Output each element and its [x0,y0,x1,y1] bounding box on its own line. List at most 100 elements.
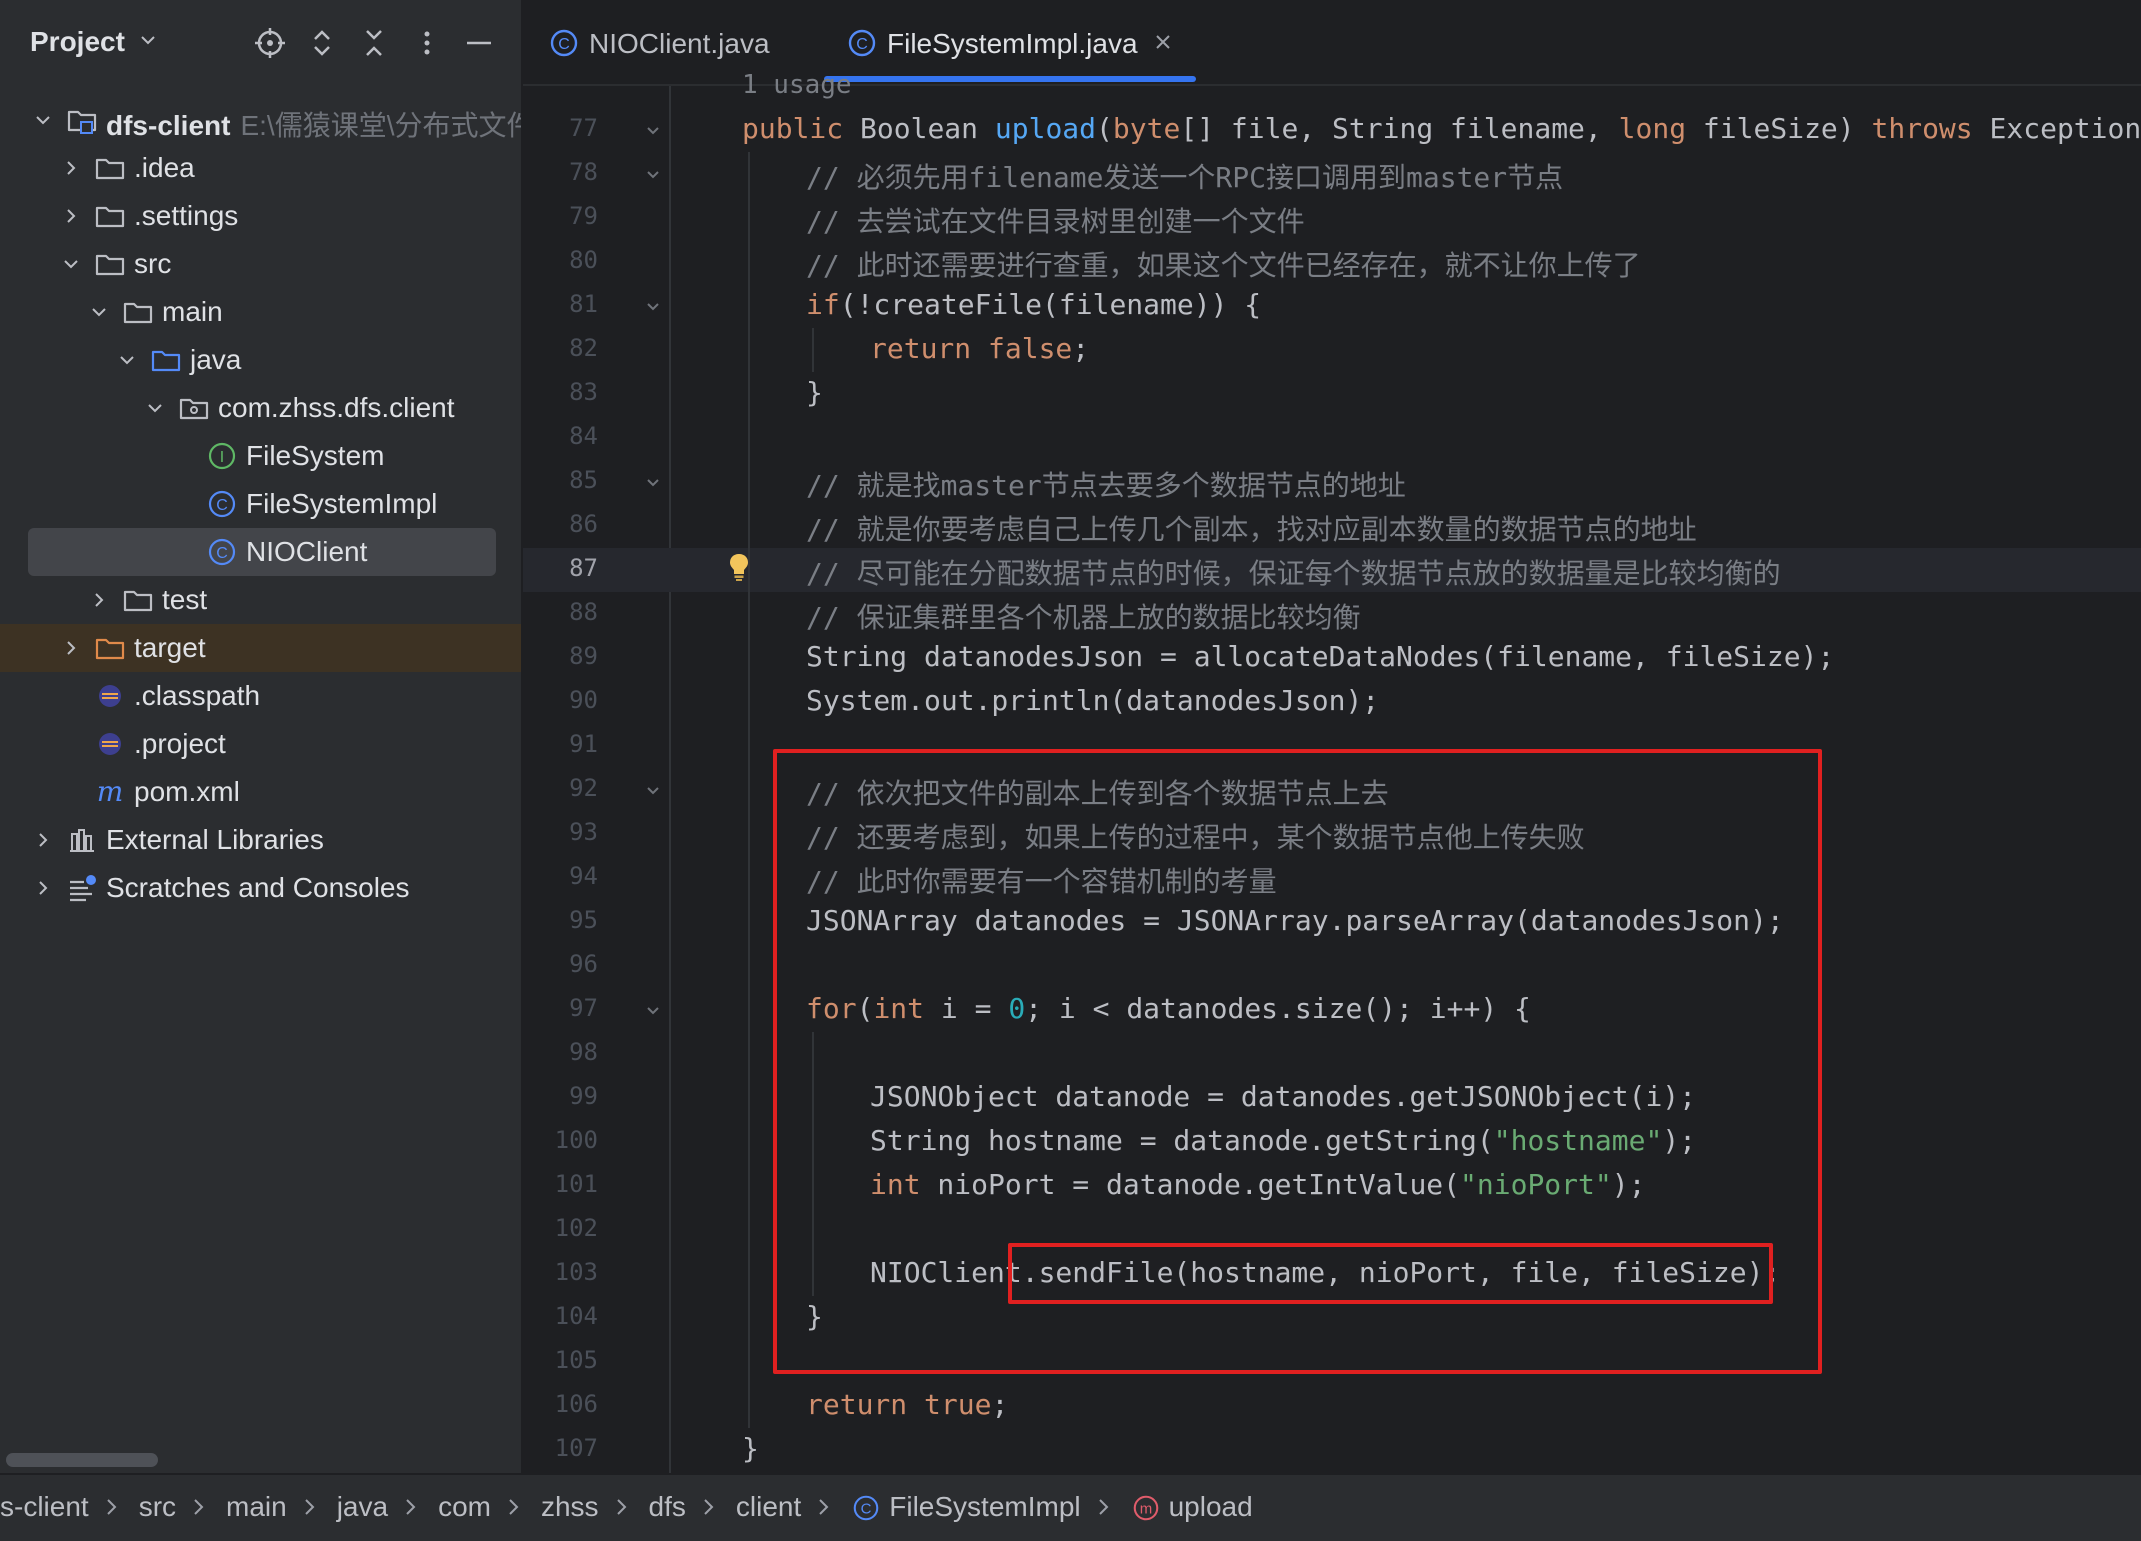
code-line[interactable]: 84 [523,416,2141,460]
tree-item-settings[interactable]: .settings [0,192,521,240]
tree-item-nioclient[interactable]: C NIOClient [0,528,521,576]
chevron-right-icon[interactable] [60,205,82,227]
code-line[interactable]: 81 if(!createFile(filename)) { [523,284,2141,328]
fold-chevron-icon[interactable] [644,782,662,800]
tree-item-pom-xml[interactable]: m pom.xml [0,768,521,816]
lightbulb-icon[interactable] [728,552,750,582]
chevron-right-icon[interactable] [32,877,54,899]
line-number[interactable]: 86 [523,510,598,538]
tree-item-java[interactable]: java [0,336,521,384]
code-line[interactable]: 90 System.out.println(datanodesJson); [523,680,2141,724]
line-number[interactable]: 78 [523,158,598,186]
fold-chevron-icon[interactable] [644,166,662,184]
tree-item-scratches-and-consoles[interactable]: Scratches and Consoles [0,864,521,912]
tree-item-com-zhss-dfs-client[interactable]: com.zhss.dfs.client [0,384,521,432]
breadcrumb-item[interactable]: java [337,1491,388,1523]
chevron-down-icon[interactable] [32,109,54,131]
line-number[interactable]: 96 [523,950,598,978]
code-editor[interactable]: 1 usage 77 public Boolean upload(byte[] f… [523,70,2141,1473]
breadcrumb-item[interactable]: zhss [541,1491,599,1523]
line-number[interactable]: 79 [523,202,598,230]
breadcrumb-item[interactable]: com [438,1491,491,1523]
breadcrumb-item[interactable]: client [736,1491,801,1523]
line-number[interactable]: 90 [523,686,598,714]
tree-item-external-libraries[interactable]: External Libraries [0,816,521,864]
code-line[interactable]: 107} [523,1428,2141,1472]
line-number[interactable]: 91 [523,730,598,758]
locate-icon[interactable] [253,26,287,60]
tree-item-classpath[interactable]: .classpath [0,672,521,720]
line-number[interactable]: 104 [523,1302,598,1330]
line-number[interactable]: 80 [523,246,598,274]
code-line[interactable]: 87 // 尽可能在分配数据节点的时候，保证每个数据节点放的数据量是比较均衡的 [523,548,2141,592]
code-line[interactable]: 86 // 就是你要考虑自己上传几个副本，找对应副本数量的数据节点的地址 [523,504,2141,548]
line-number[interactable]: 87 [523,554,598,582]
fold-chevron-icon[interactable] [644,1002,662,1020]
tree-item-main[interactable]: main [0,288,521,336]
code-line[interactable]: 78 // 必须先用filename发送一个RPC接口调用到master节点 [523,152,2141,196]
fold-chevron-icon[interactable] [644,474,662,492]
code-line[interactable]: 83} [523,372,2141,416]
chevron-down-icon[interactable] [116,349,138,371]
line-number[interactable]: 81 [523,290,598,318]
breadcrumb-item[interactable]: s-client [0,1491,89,1523]
line-number[interactable]: 103 [523,1258,598,1286]
line-number[interactable]: 82 [523,334,598,362]
tree-item-src[interactable]: src [0,240,521,288]
chevron-down-icon[interactable] [60,253,82,275]
code-line[interactable]: 89 String datanodesJson = allocateDataNod… [523,636,2141,680]
code-line[interactable]: 85 // 就是找master节点去要多个数据节点的地址 [523,460,2141,504]
chevron-right-icon[interactable] [60,637,82,659]
project-view-selector[interactable]: Project [30,26,125,58]
expand-all-icon[interactable] [305,26,339,60]
line-number[interactable]: 102 [523,1214,598,1242]
collapse-all-icon[interactable] [357,26,391,60]
line-number[interactable]: 83 [523,378,598,406]
code-line[interactable]: 106 return true; [523,1384,2141,1428]
code-line[interactable]: 82 return false; [523,328,2141,372]
tab-filesystemimpl[interactable]: C FileSystemImpl.java [847,0,1177,84]
line-number[interactable]: 88 [523,598,598,626]
close-icon[interactable] [1151,30,1175,54]
code-line[interactable]: 77 public Boolean upload(byte[] file, Str… [523,108,2141,152]
chevron-right-icon[interactable] [32,829,54,851]
chevron-right-icon[interactable] [88,589,110,611]
breadcrumb-item[interactable]: upload [1169,1491,1253,1523]
code-line[interactable]: 79 // 去尝试在文件目录树里创建一个文件 [523,196,2141,240]
tree-item-test[interactable]: test [0,576,521,624]
line-number[interactable]: 100 [523,1126,598,1154]
tree-item-filesystemimpl[interactable]: C FileSystemImpl [0,480,521,528]
fold-chevron-icon[interactable] [644,122,662,140]
fold-chevron-icon[interactable] [644,298,662,316]
line-number[interactable]: 107 [523,1434,598,1462]
tree-item-project[interactable]: .project [0,720,521,768]
breadcrumb-item[interactable]: main [226,1491,287,1523]
hide-panel-icon[interactable] [462,26,496,60]
horizontal-scrollbar[interactable] [6,1453,158,1467]
tree-item-dfs-client[interactable]: dfs-client E:\儒猿课堂\分布式文件 [0,96,521,144]
more-options-icon[interactable] [410,26,444,60]
chevron-right-icon[interactable] [60,157,82,179]
line-number[interactable]: 105 [523,1346,598,1374]
chevron-down-icon[interactable] [138,30,158,50]
tree-item-filesystem[interactable]: I FileSystem [0,432,521,480]
tree-item-target[interactable]: target [0,624,521,672]
line-number[interactable]: 106 [523,1390,598,1418]
line-number[interactable]: 94 [523,862,598,890]
line-number[interactable]: 101 [523,1170,598,1198]
chevron-down-icon[interactable] [144,397,166,419]
code-line[interactable]: 80 // 此时还需要进行查重，如果这个文件已经存在，就不让你上传了 [523,240,2141,284]
breadcrumb-item[interactable]: dfs [649,1491,686,1523]
line-number[interactable]: 93 [523,818,598,846]
line-number[interactable]: 92 [523,774,598,802]
tree-item-idea[interactable]: .idea [0,144,521,192]
line-number[interactable]: 95 [523,906,598,934]
line-number[interactable]: 84 [523,422,598,450]
usage-hint[interactable]: 1 usage [742,70,852,100]
line-number[interactable]: 89 [523,642,598,670]
line-number[interactable]: 99 [523,1082,598,1110]
line-number[interactable]: 77 [523,114,598,142]
line-number[interactable]: 97 [523,994,598,1022]
line-number[interactable]: 85 [523,466,598,494]
line-number[interactable]: 98 [523,1038,598,1066]
